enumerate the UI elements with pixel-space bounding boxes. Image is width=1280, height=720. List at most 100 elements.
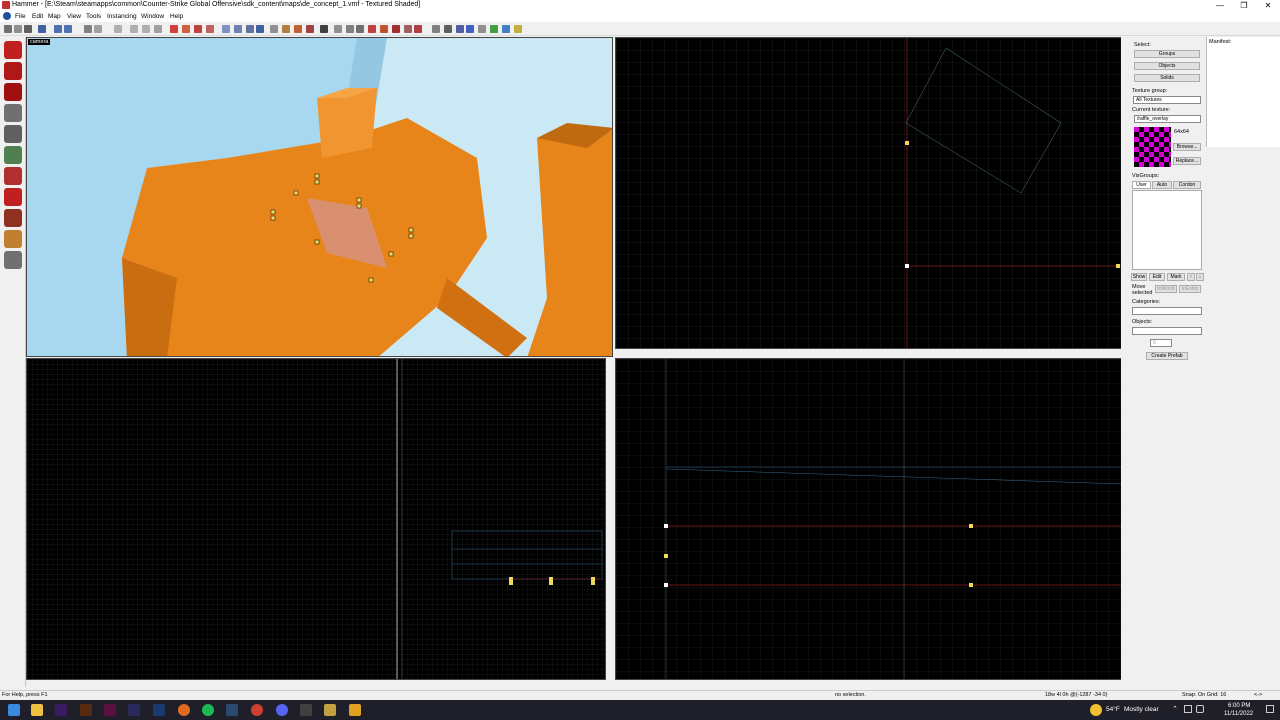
grid-icon[interactable]: [4, 25, 12, 33]
tab-visgroup-user[interactable]: User: [1132, 181, 1151, 189]
visgroup-up-button[interactable]: ↑: [1187, 273, 1195, 281]
network-icon[interactable]: [1184, 705, 1192, 713]
clock-date[interactable]: 11/11/2022: [1224, 711, 1253, 717]
menu-window[interactable]: Window: [141, 13, 164, 20]
decal-icon[interactable]: [414, 25, 422, 33]
check-problems-icon[interactable]: [356, 25, 364, 33]
hammer-taskbar-icon[interactable]: [349, 704, 361, 716]
file-explorer-icon[interactable]: [31, 704, 43, 716]
green-gear-icon[interactable]: [490, 25, 498, 33]
premiere-icon[interactable]: [55, 704, 67, 716]
texture-lock-scale-icon[interactable]: [182, 25, 190, 33]
objects-button[interactable]: Objects: [1134, 62, 1200, 70]
hide-icon[interactable]: [154, 25, 162, 33]
block-tool-icon[interactable]: [4, 125, 22, 143]
grid-smaller-icon[interactable]: [14, 25, 22, 33]
current-texture-select[interactable]: /raffle_overlay: [1134, 115, 1201, 123]
close-button[interactable]: ✕: [1257, 0, 1279, 11]
visgroup-icon[interactable]: [466, 25, 474, 33]
instance-icon[interactable]: [404, 25, 412, 33]
visgroup-down-button[interactable]: ↓: [1196, 273, 1204, 281]
side-view-scrollbar-v[interactable]: [1121, 358, 1129, 680]
group-icon[interactable]: [130, 25, 138, 33]
volume-icon[interactable]: [1196, 705, 1204, 713]
sound-icon[interactable]: [392, 25, 400, 33]
firefox-icon[interactable]: [178, 704, 190, 716]
menu-instancing[interactable]: Instancing: [107, 13, 137, 20]
tab-visgroup-auto[interactable]: Auto: [1152, 181, 1172, 189]
ignore-groups-icon[interactable]: [194, 25, 202, 33]
camera-viewport[interactable]: camera: [26, 37, 613, 357]
create-prefab-button[interactable]: Create Prefab: [1146, 352, 1188, 360]
visgroup-edit-button[interactable]: Edit: [1149, 273, 1165, 281]
hide-items-icon[interactable]: [206, 25, 214, 33]
front-view-scrollbar-v[interactable]: [606, 358, 614, 680]
solids-button[interactable]: Solids: [1134, 74, 1200, 82]
entity-report-icon[interactable]: [346, 25, 354, 33]
carve-icon[interactable]: [114, 25, 122, 33]
selection-tool-icon[interactable]: [4, 41, 22, 59]
redo-icon[interactable]: [94, 25, 102, 33]
lighting-preview-icon[interactable]: [306, 25, 314, 33]
apply-texture-icon[interactable]: [4, 167, 22, 185]
to-entity-button[interactable]: toEntity: [1179, 285, 1201, 293]
grid-larger-icon[interactable]: [24, 25, 32, 33]
start-icon[interactable]: [8, 704, 20, 716]
to-world-button[interactable]: toWorld: [1155, 285, 1177, 293]
top-view-scrollbar-h[interactable]: [615, 349, 1122, 357]
discord-icon[interactable]: [276, 704, 288, 716]
camera-tool-icon[interactable]: [256, 25, 264, 33]
menu-edit[interactable]: Edit: [32, 13, 43, 20]
browse-button[interactable]: Browse...: [1173, 143, 1201, 151]
notification-icon[interactable]: [1266, 705, 1274, 713]
texture-group-select[interactable]: All Textures: [1133, 96, 1201, 104]
cm-icon[interactable]: [478, 25, 486, 33]
vertex-tool-icon[interactable]: [4, 230, 22, 248]
steam-icon[interactable]: [226, 704, 238, 716]
epic-icon[interactable]: [300, 704, 312, 716]
select-mode-icon[interactable]: [320, 25, 328, 33]
entity-tool-icon[interactable]: [4, 104, 22, 122]
ungroup-icon[interactable]: [142, 25, 150, 33]
wireframe-icon[interactable]: [270, 25, 278, 33]
toggle-3d-grid-icon[interactable]: [222, 25, 230, 33]
objects-count-stepper[interactable]: 0: [1150, 339, 1172, 347]
toggle-models-icon[interactable]: [234, 25, 242, 33]
front-view-viewport[interactable]: [26, 358, 606, 680]
minimize-button[interactable]: —: [1209, 0, 1231, 11]
groups-button[interactable]: Groups: [1134, 50, 1200, 58]
categories-select[interactable]: [1132, 307, 1202, 315]
visgroup-list[interactable]: [1132, 190, 1202, 270]
model-icon[interactable]: [444, 25, 452, 33]
chrome-icon[interactable]: [251, 704, 263, 716]
copy-icon[interactable]: [54, 25, 62, 33]
options-icon[interactable]: [456, 25, 464, 33]
objects-select[interactable]: [1132, 327, 1202, 335]
maximize-button[interactable]: ❐: [1233, 0, 1255, 11]
save-icon[interactable]: [38, 25, 46, 33]
indesign-icon[interactable]: [104, 704, 116, 716]
clip-tool-icon[interactable]: [4, 209, 22, 227]
visgroup-mark-button[interactable]: Mark: [1167, 273, 1185, 281]
menu-help[interactable]: Help: [170, 13, 183, 20]
texture-tool-icon[interactable]: [4, 146, 22, 164]
menu-file[interactable]: File: [15, 13, 25, 20]
menu-tools[interactable]: Tools: [86, 13, 101, 20]
clock-time[interactable]: 6:00 PM: [1228, 703, 1250, 709]
photoshop-icon[interactable]: [153, 704, 165, 716]
illustrator-icon[interactable]: [80, 704, 92, 716]
toggle-helpers-icon[interactable]: [246, 25, 254, 33]
tab-visgroup-cordon[interactable]: Cordon: [1173, 181, 1201, 189]
spotify-icon[interactable]: [202, 704, 214, 716]
overlay-icon[interactable]: [432, 25, 440, 33]
undo-icon[interactable]: [84, 25, 92, 33]
particle-icon[interactable]: [380, 25, 388, 33]
side-view-scrollbar-h[interactable]: [615, 681, 1122, 689]
front-view-scrollbar-h[interactable]: [26, 681, 606, 689]
replace-button[interactable]: Replace...: [1173, 157, 1201, 165]
compile-icon[interactable]: [334, 25, 342, 33]
visgroup-show-button[interactable]: Show: [1131, 273, 1147, 281]
csgo-icon[interactable]: [324, 704, 336, 716]
blue-tool-icon[interactable]: [502, 25, 510, 33]
tray-expand-icon[interactable]: ⌃: [1172, 705, 1178, 713]
